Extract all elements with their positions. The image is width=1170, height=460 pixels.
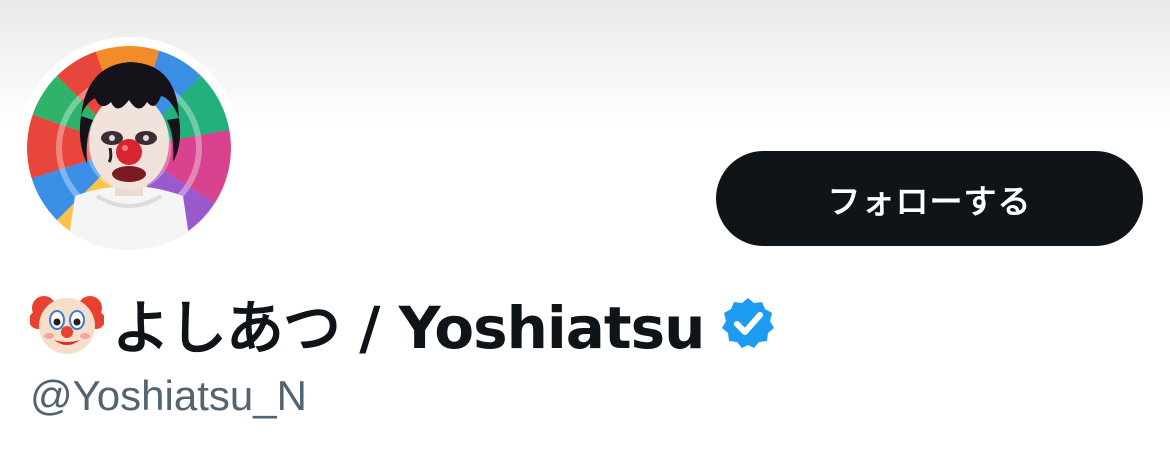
profile-name-row: よしあつ / Yoshiatsu [30, 285, 776, 362]
verified-badge-icon[interactable] [720, 295, 776, 351]
display-name: よしあつ / Yoshiatsu [112, 294, 705, 362]
profile-avatar[interactable] [27, 46, 231, 250]
follow-button[interactable]: フォローする [716, 151, 1143, 246]
clown-face-icon [30, 296, 104, 354]
profile-handle: @Yoshiatsu_N [30, 372, 307, 419]
